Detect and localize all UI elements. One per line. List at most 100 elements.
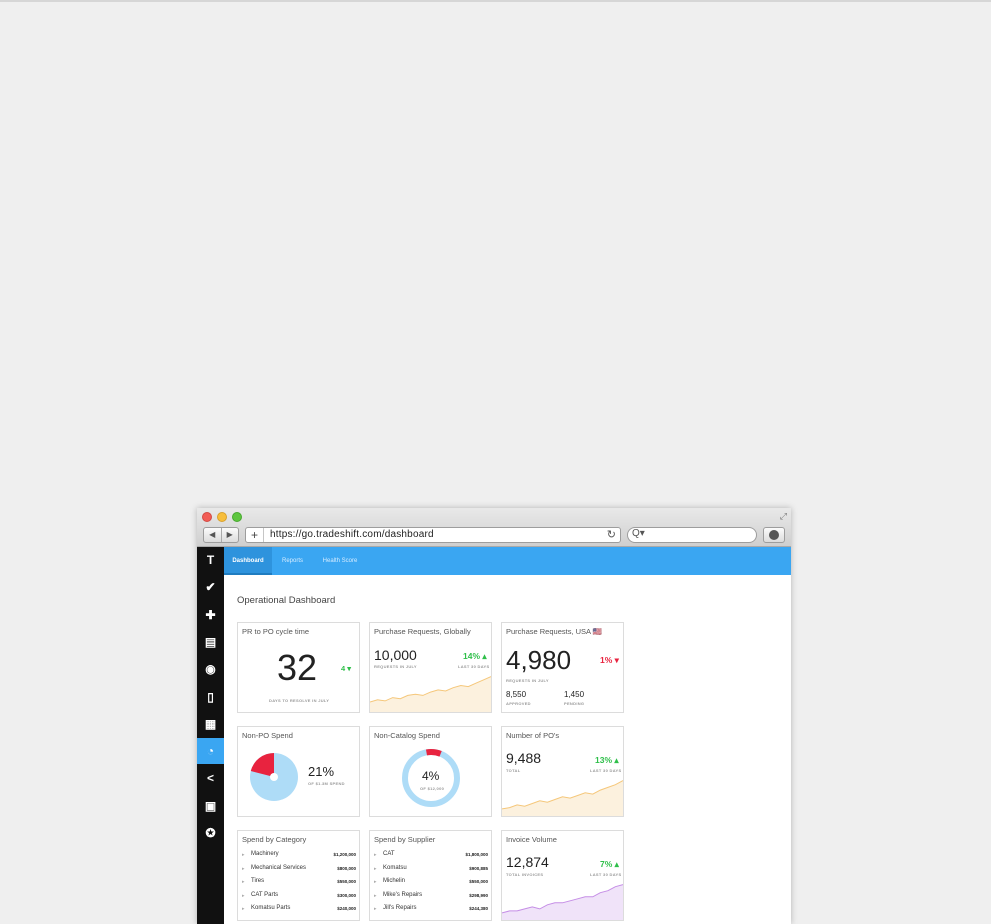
list-item-name: Machinery <box>251 851 279 857</box>
check-icon[interactable]: ✔ <box>197 574 224 600</box>
non-po-caption: OF $1.3M SPEND <box>308 781 345 786</box>
invoice-volume-caption: TOTAL INVOICES <box>506 872 544 877</box>
list-item-value: $1,800,000 <box>465 852 488 857</box>
top-divider <box>0 0 991 2</box>
zoom-window-button[interactable] <box>232 512 242 522</box>
list-item[interactable]: ▸ Machinery $1,200,000 <box>242 851 356 861</box>
bullet-icon: ▸ <box>374 865 377 872</box>
minimize-window-button[interactable] <box>217 512 227 522</box>
fullscreen-icon[interactable]: ⤢ <box>780 511 787 522</box>
pie-center-hole <box>270 773 278 781</box>
browser-toolbar: ⤢ ◀ ▶ + https://go.tradeshift.com/dashbo… <box>197 508 791 547</box>
bullet-icon: ▸ <box>242 906 245 912</box>
forward-icon[interactable]: ▶ <box>220 528 239 542</box>
card-non-po-spend[interactable]: Non-PO Spend 21% OF $1.3M SPEND <box>237 726 360 817</box>
card-pr-usa[interactable]: Purchase Requests, USA 🇺🇸 4,980 REQUESTS… <box>501 622 624 713</box>
apps-grid-icon[interactable]: ▦ <box>197 711 224 737</box>
list-item-value: $244,380 <box>469 906 488 911</box>
browser-window: ⤢ ◀ ▶ + https://go.tradeshift.com/dashbo… <box>197 508 791 924</box>
card-title: Spend by Supplier <box>374 835 436 844</box>
num-po-pct: 13% ▴ <box>595 755 619 765</box>
download-icon <box>769 530 779 540</box>
tab-health-score[interactable]: Health Score <box>313 547 367 575</box>
card-pr-cycle-time[interactable]: PR to PO cycle time 32 4 ▾ DAYS TO RESOL… <box>237 622 360 713</box>
back-icon[interactable]: ◀ <box>204 528 221 542</box>
pr-global-value: 10,000 <box>374 647 417 663</box>
invoice-volume-area-chart <box>502 884 623 920</box>
globe-icon[interactable]: ◉ <box>197 656 224 682</box>
list-item[interactable]: ▸ Jill's Repairs $244,380 <box>374 905 488 915</box>
cycle-time-delta: 4 ▾ <box>341 664 352 673</box>
tab-reports[interactable]: Reports <box>272 547 313 575</box>
list-item[interactable]: ▸ Mechanical Services $800,000 <box>242 865 356 875</box>
search-input[interactable]: Q▾ <box>627 527 757 543</box>
address-bar[interactable]: + https://go.tradeshift.com/dashboard ↻ <box>245 527 621 543</box>
list-item[interactable]: ▸ Mike's Repairs $298,990 <box>374 892 488 902</box>
card-invoice-volume[interactable]: Invoice Volume 12,874 TOTAL INVOICES 7% … <box>501 830 624 921</box>
list-item-name: Michelin <box>383 878 406 884</box>
pie-chart-icon[interactable]: ◔ <box>197 738 224 765</box>
documents-icon[interactable]: ▤ <box>197 629 224 655</box>
list-item-name: Komatsu Parts <box>251 905 291 911</box>
card-title: Purchase Requests, Globally <box>374 627 471 636</box>
list-item[interactable]: ▸ Komatsu $900,885 <box>374 865 488 875</box>
reload-icon[interactable]: ↻ <box>607 528 616 541</box>
num-po-area-chart <box>502 780 623 816</box>
num-po-caption: TOTAL <box>506 768 521 773</box>
pending-value: 1,450 <box>564 690 585 699</box>
tradeshift-logo-icon[interactable]: T <box>197 547 224 573</box>
non-catalog-caption: OF $12,000 <box>420 786 445 791</box>
list-item-value: $298,990 <box>469 892 488 898</box>
lock-icon[interactable]: ▣ <box>197 793 224 819</box>
history-buttons: ◀ ▶ <box>203 527 239 543</box>
list-item-name: Komatsu <box>383 864 407 871</box>
pr-global-series-fill <box>370 676 491 712</box>
card-title: Non-PO Spend <box>242 731 293 740</box>
num-po-pct-caption: LAST 30 DAYS <box>590 768 622 773</box>
cycle-time-caption: DAYS TO RESOLVE IN JULY <box>269 698 330 703</box>
card-non-catalog-spend[interactable]: Non-Catalog Spend 4% OF $12,000 <box>369 726 492 817</box>
downloads-button[interactable] <box>763 527 785 543</box>
card-pr-global[interactable]: Purchase Requests, Globally 10,000 REQUE… <box>369 622 492 713</box>
tab-bar: Dashboard Reports Health Score <box>224 547 791 575</box>
plus-icon[interactable]: ✚ <box>197 602 224 628</box>
close-window-button[interactable] <box>202 512 212 522</box>
list-item-value: $900,885 <box>469 865 488 871</box>
list-item[interactable]: ▸ Michelin $550,000 <box>374 878 488 888</box>
pr-global-area-chart <box>370 676 491 712</box>
share-icon[interactable]: < <box>197 765 224 791</box>
card-title: PR to PO cycle time <box>242 627 310 636</box>
list-item[interactable]: ▸ CAT $1,800,000 <box>374 851 488 861</box>
non-catalog-pct: 4% <box>422 769 440 783</box>
lifebuoy-icon[interactable]: ✪ <box>197 820 224 846</box>
list-item-name: Jill's Repairs <box>383 905 417 911</box>
page-title: Operational Dashboard <box>237 595 336 606</box>
list-item-value: $550,000 <box>337 879 356 884</box>
list-item-name: Tires <box>251 878 265 884</box>
non-po-pie-chart <box>250 753 298 801</box>
list-item-value: $550,000 <box>469 879 488 884</box>
card-number-of-pos[interactable]: Number of PO's 9,488 TOTAL 13% ▴ LAST 30… <box>501 726 624 817</box>
tab-dashboard[interactable]: Dashboard <box>224 547 272 575</box>
search-icon: Q▾ <box>632 528 645 539</box>
list-item[interactable]: ▸ Tires $550,000 <box>242 878 356 888</box>
card-title: Number of PO's <box>506 731 560 740</box>
bullet-icon: ▸ <box>374 852 377 858</box>
add-bookmark-icon[interactable]: + <box>246 528 264 542</box>
bullet-icon: ▸ <box>242 852 245 858</box>
list-item-value: $240,000 <box>337 906 356 911</box>
card-title: Spend by Category <box>242 835 307 844</box>
list-item-name: CAT Parts <box>251 891 279 898</box>
card-spend-by-supplier[interactable]: Spend by Supplier ▸ CAT $1,800,000 ▸ Komatsu… <box>369 830 492 921</box>
app-sidebar: T ✔ ✚ ▤ ◉ ▯ ▦ ◔ < ▣ ✪ <box>197 547 224 924</box>
url-text[interactable]: https://go.tradeshift.com/dashboard <box>270 529 434 540</box>
list-item[interactable]: ▸ Komatsu Parts $240,000 <box>242 905 356 915</box>
list-item-name: Mechanical Services <box>251 864 307 871</box>
document-icon[interactable]: ▯ <box>197 684 224 710</box>
list-item[interactable]: ▸ CAT Parts $300,000 <box>242 892 356 902</box>
card-title: Invoice Volume <box>506 835 557 844</box>
card-spend-by-category[interactable]: Spend by Category ▸ Machinery $1,200,000 ▸ M… <box>237 830 360 921</box>
list-item-name: Mike's Repairs <box>383 891 423 898</box>
pr-usa-value: 4,980 <box>506 645 572 675</box>
invoice-volume-pct: 7% ▴ <box>600 859 619 869</box>
